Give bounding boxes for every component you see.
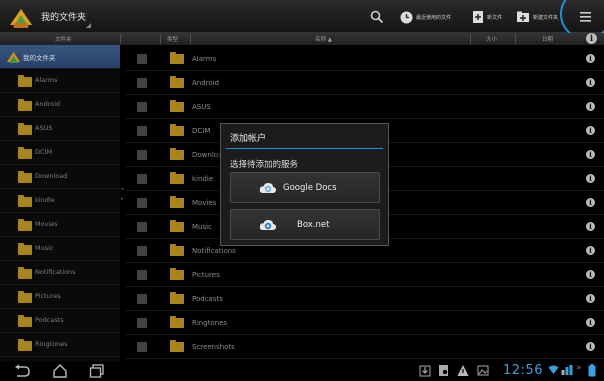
clock-icon bbox=[400, 11, 413, 23]
box-net-label: Box.net bbox=[297, 220, 330, 230]
google-docs-button[interactable]: Google Docs bbox=[230, 172, 380, 203]
recent-files-label: 最近使用的文件 bbox=[416, 14, 452, 21]
dialog-title-divider bbox=[226, 148, 383, 149]
box-net-cloud-icon bbox=[259, 219, 277, 230]
new-file-icon bbox=[473, 11, 483, 23]
dialog-subtitle: 选择待添加的服务 bbox=[230, 160, 299, 170]
back-icon[interactable] bbox=[13, 364, 31, 378]
search-icon bbox=[370, 10, 384, 24]
page-title: 我的文件夹 bbox=[41, 13, 87, 23]
signal-icon bbox=[561, 365, 573, 375]
new-folder-label: 新建文件夹 bbox=[533, 14, 559, 21]
new-file-button[interactable]: 新文件 bbox=[472, 8, 502, 26]
system-bar: 12:56 » bbox=[0, 361, 604, 381]
title-dropdown-indicator bbox=[86, 23, 91, 28]
new-folder-button[interactable]: 新建文件夹 bbox=[516, 8, 558, 26]
action-bar: 我的文件夹 最近使用的文件 新文件 新建文件夹 bbox=[0, 0, 604, 40]
new-file-label: 新文件 bbox=[487, 14, 503, 21]
battery-icon bbox=[588, 364, 596, 377]
recent-apps-icon[interactable] bbox=[89, 364, 105, 378]
app-logo-icon[interactable] bbox=[8, 5, 34, 29]
wifi-icon bbox=[548, 365, 559, 374]
home-icon[interactable] bbox=[52, 364, 68, 378]
dialog-title: 添加帐户 bbox=[230, 134, 267, 144]
new-folder-icon bbox=[517, 11, 529, 22]
chevron-right-icon: » bbox=[576, 363, 582, 373]
image-notification-icon[interactable] bbox=[477, 364, 489, 377]
search-button[interactable] bbox=[370, 8, 384, 26]
add-account-dialog: 添加帐户 选择待添加的服务 Google Docs Box.net bbox=[220, 123, 389, 246]
file-notification-icon[interactable] bbox=[438, 364, 450, 377]
google-docs-cloud-icon bbox=[259, 182, 277, 193]
recent-files-button[interactable]: 最近使用的文件 bbox=[400, 8, 451, 26]
box-net-button[interactable]: Box.net bbox=[230, 209, 380, 240]
status-clock[interactable]: 12:56 bbox=[503, 363, 543, 378]
google-docs-label: Google Docs bbox=[283, 183, 337, 193]
download-notification-icon[interactable] bbox=[419, 364, 431, 377]
warning-icon[interactable] bbox=[457, 364, 469, 377]
